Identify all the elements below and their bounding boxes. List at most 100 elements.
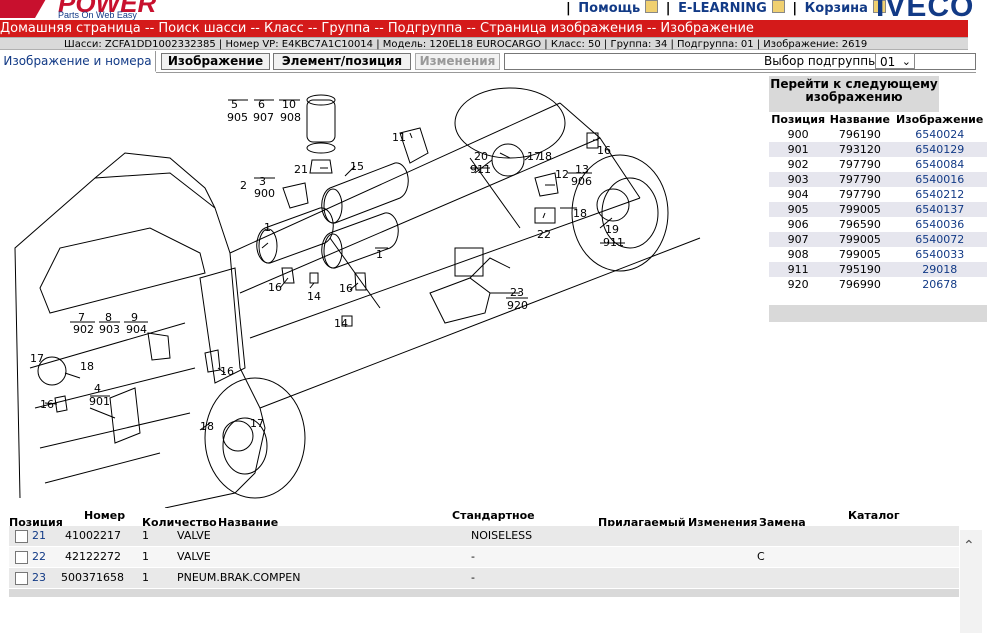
separator: | xyxy=(792,1,798,16)
callout[interactable]: 904 xyxy=(126,323,147,336)
callout[interactable]: 10 xyxy=(282,98,296,111)
table-row[interactable]: 905 799005 6540137 xyxy=(769,202,987,217)
callout[interactable]: 15 xyxy=(350,160,364,173)
col-catalog[interactable]: Каталог xyxy=(848,509,900,522)
callout[interactable]: 23 xyxy=(510,286,524,299)
table-row[interactable]: 907 799005 6540072 xyxy=(769,232,987,247)
table-row[interactable]: 911 795190 29018 xyxy=(769,262,987,277)
tab-image[interactable]: Изображение xyxy=(161,53,270,70)
callout[interactable]: 22 xyxy=(537,228,551,241)
image-link[interactable]: 29018 xyxy=(892,262,987,277)
table-row[interactable]: 23 500371658 1 PNEUM.BRAK.COMPEN - xyxy=(9,568,959,589)
row-position-link[interactable]: 21 xyxy=(32,526,46,546)
row-number: 500371658 xyxy=(61,571,124,584)
callout[interactable]: 16 xyxy=(40,398,54,411)
callout[interactable]: 18 xyxy=(200,420,214,433)
callout[interactable]: 906 xyxy=(571,175,592,188)
callout[interactable]: 19 xyxy=(605,223,619,236)
callout[interactable]: 16 xyxy=(597,144,611,157)
chevron-down-icon: ⌄ xyxy=(901,55,911,68)
col-standard[interactable]: Стандартное xyxy=(452,509,535,522)
callout[interactable]: 11 xyxy=(392,131,406,144)
scroll-up-icon[interactable]: ⌃ xyxy=(963,538,975,554)
callout[interactable]: 908 xyxy=(280,111,301,124)
image-link[interactable]: 6540036 xyxy=(892,217,987,232)
col-image: Изображение xyxy=(892,112,987,127)
row-position-link[interactable]: 23 xyxy=(32,568,46,588)
callout[interactable]: 2 xyxy=(240,179,247,192)
col-number[interactable]: Номер xyxy=(84,509,125,522)
image-link[interactable]: 6540084 xyxy=(892,157,987,172)
valve-4 xyxy=(109,387,141,444)
callout[interactable]: 901 xyxy=(89,395,110,408)
table-row[interactable]: 21 41002217 1 VALVE NOISELESS xyxy=(9,526,959,547)
cart-link[interactable]: Корзина xyxy=(805,1,868,16)
power-logo[interactable]: POWER Parts On Web Easy Research xyxy=(0,0,170,30)
callout[interactable]: 18 xyxy=(538,150,552,163)
table-row[interactable]: 901 793120 6540129 xyxy=(769,142,987,157)
table-row[interactable]: 920 796990 20678 xyxy=(769,277,987,292)
image-link[interactable]: 6540033 xyxy=(892,247,987,262)
callout[interactable]: 5 xyxy=(231,98,238,111)
row-quantity: 1 xyxy=(142,571,149,584)
help-icon[interactable] xyxy=(645,0,659,13)
elearning-link[interactable]: E-LEARNING xyxy=(678,1,767,16)
callout[interactable]: 920 xyxy=(507,299,528,312)
row-quantity: 1 xyxy=(142,529,149,542)
callout[interactable]: 17 xyxy=(30,352,44,365)
callout[interactable]: 911 xyxy=(470,163,491,176)
table-row[interactable]: 902 797790 6540084 xyxy=(769,157,987,172)
callout[interactable]: 907 xyxy=(253,111,274,124)
row-standard: NOISELESS xyxy=(471,529,533,542)
table-row[interactable]: 903 797790 6540016 xyxy=(769,172,987,187)
tab-element-position[interactable]: Элемент/позиция xyxy=(273,53,411,70)
callout[interactable]: 900 xyxy=(254,187,275,200)
callout[interactable]: 1 xyxy=(264,221,271,234)
table-row[interactable]: 906 796590 6540036 xyxy=(769,217,987,232)
exploded-parts-diagram[interactable]: 5 6 10 905 907 908 21 15 11 20 911 17 18… xyxy=(0,78,765,508)
callout[interactable]: 12 xyxy=(555,168,569,181)
row-checkbox[interactable] xyxy=(15,572,28,585)
callout[interactable]: 18 xyxy=(80,360,94,373)
scrollbar[interactable]: ⌃ xyxy=(960,530,982,633)
callout[interactable]: 902 xyxy=(73,323,94,336)
callout[interactable]: 21 xyxy=(294,163,308,176)
image-link[interactable]: 6540137 xyxy=(892,202,987,217)
table-row[interactable]: 900 796190 6540024 xyxy=(769,127,987,142)
image-link[interactable]: 6540072 xyxy=(892,232,987,247)
next-image-button[interactable]: Перейти к следующему изображению xyxy=(769,76,939,112)
callout[interactable]: 17 xyxy=(250,417,264,430)
callout[interactable]: 4 xyxy=(94,382,101,395)
callout[interactable]: 16 xyxy=(268,281,282,294)
image-link[interactable]: 6540024 xyxy=(892,127,987,142)
callout[interactable]: 14 xyxy=(307,290,321,303)
table-row[interactable]: 904 797790 6540212 xyxy=(769,187,987,202)
table-row[interactable]: 22 42122272 1 VALVE - C xyxy=(9,547,959,568)
image-link[interactable]: 6540129 xyxy=(892,142,987,157)
elearning-icon[interactable] xyxy=(771,0,785,13)
image-link[interactable]: 20678 xyxy=(892,277,987,292)
subgroup-select[interactable]: 01 ⌄ xyxy=(875,53,915,69)
image-link[interactable]: 6540016 xyxy=(892,172,987,187)
tab-image-and-numbers[interactable]: Изображение и номера xyxy=(0,51,156,72)
row-position-link[interactable]: 22 xyxy=(32,547,46,567)
help-link[interactable]: Помощь xyxy=(578,1,640,16)
callout[interactable]: 14 xyxy=(334,317,348,330)
callout[interactable]: 20 xyxy=(474,150,488,163)
callout[interactable]: 903 xyxy=(99,323,120,336)
breadcrumb[interactable]: Домашняя страница -- Поиск шасси -- Клас… xyxy=(0,20,968,37)
callout[interactable]: 905 xyxy=(227,111,248,124)
callout[interactable]: 18 xyxy=(573,207,587,220)
row-checkbox[interactable] xyxy=(15,530,28,543)
top-links: | Помощь | E-LEARNING | Корзина xyxy=(566,0,889,16)
chassis-rail-lower xyxy=(249,197,701,409)
callout[interactable]: 6 xyxy=(258,98,265,111)
table-row[interactable]: 908 799005 6540033 xyxy=(769,247,987,262)
chassis-rail-upper xyxy=(229,102,601,294)
callout[interactable]: 16 xyxy=(339,282,353,295)
callout[interactable]: 1 xyxy=(376,248,383,261)
callout[interactable]: 16 xyxy=(220,365,234,378)
callout[interactable]: 911 xyxy=(603,236,624,249)
image-link[interactable]: 6540212 xyxy=(892,187,987,202)
row-checkbox[interactable] xyxy=(15,551,28,564)
